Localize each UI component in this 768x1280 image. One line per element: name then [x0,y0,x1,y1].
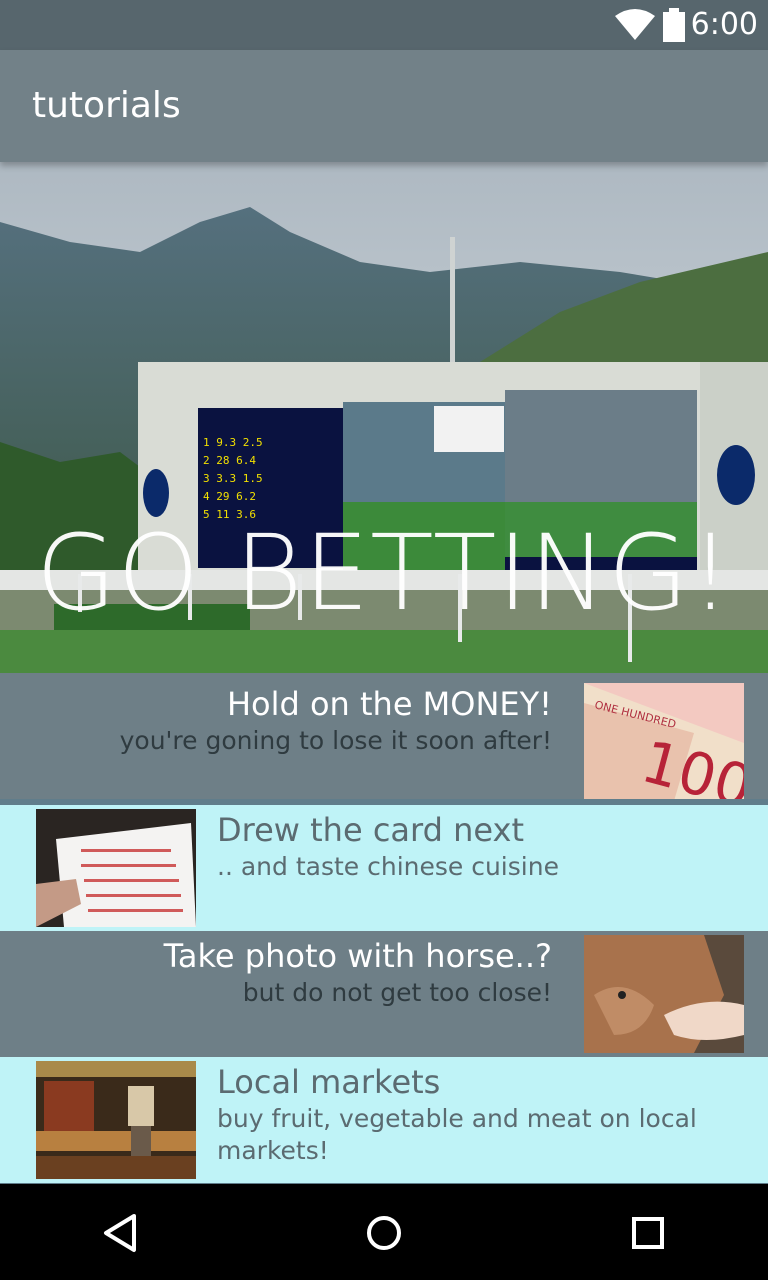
app-bar: tutorials [0,50,768,162]
list-item-horse[interactable]: Take photo with horse..? but do not get … [0,931,768,1057]
battery-icon [663,8,685,42]
wifi-icon [615,9,655,40]
list-item-subtitle: .. and taste chinese cuisine [217,852,559,881]
betting-slip-image [36,809,196,927]
list-item-text: Drew the card next .. and taste chinese … [217,811,717,883]
list-item-title: Drew the card next [217,811,524,849]
back-icon[interactable] [96,1208,146,1258]
svg-text:3 3.3 1.5: 3 3.3 1.5 [203,472,263,485]
list-item-title: Local markets [217,1063,441,1101]
hero-banner[interactable]: 1 9.3 2.5 2 28 6.4 3 3.3 1.5 4 29 6.2 5 … [0,162,768,673]
market-image [36,1061,196,1179]
svg-text:1 9.3 2.5: 1 9.3 2.5 [203,436,263,449]
list-item-text: Local markets buy fruit, vegetable and m… [217,1063,717,1167]
list-item-money[interactable]: 100 ONE HUNDRED Hold on the MONEY! you'r… [0,673,768,799]
status-time: 6:00 [690,7,758,42]
list-item-subtitle: but do not get too close! [242,978,552,1007]
svg-text:2 28 6.4: 2 28 6.4 [203,454,256,467]
deer-image [584,935,744,1053]
list-item-markets[interactable]: Local markets buy fruit, vegetable and m… [0,1057,768,1183]
banknote-image: 100 ONE HUNDRED [584,683,744,799]
list-item-title: Hold on the MONEY! [226,685,552,723]
navigation-bar [0,1184,768,1280]
recents-icon[interactable] [623,1208,673,1258]
list-item-subtitle: you're goning to lose it soon after! [119,726,552,755]
list-item-text: Take photo with horse..? but do not get … [32,937,552,1009]
status-bar: 6:00 [0,0,768,50]
list-item-text: Hold on the MONEY! you're goning to lose… [32,685,552,757]
hero-title: GO BETTING! [35,512,733,634]
app-title: tutorials [32,85,181,126]
home-icon[interactable] [359,1208,409,1258]
list-item-title: Take photo with horse..? [163,937,552,975]
list-item-card[interactable]: Drew the card next .. and taste chinese … [0,805,768,931]
list-item-subtitle: buy fruit, vegetable and meat on local m… [217,1104,697,1165]
svg-text:4 29 6.2: 4 29 6.2 [203,490,256,503]
